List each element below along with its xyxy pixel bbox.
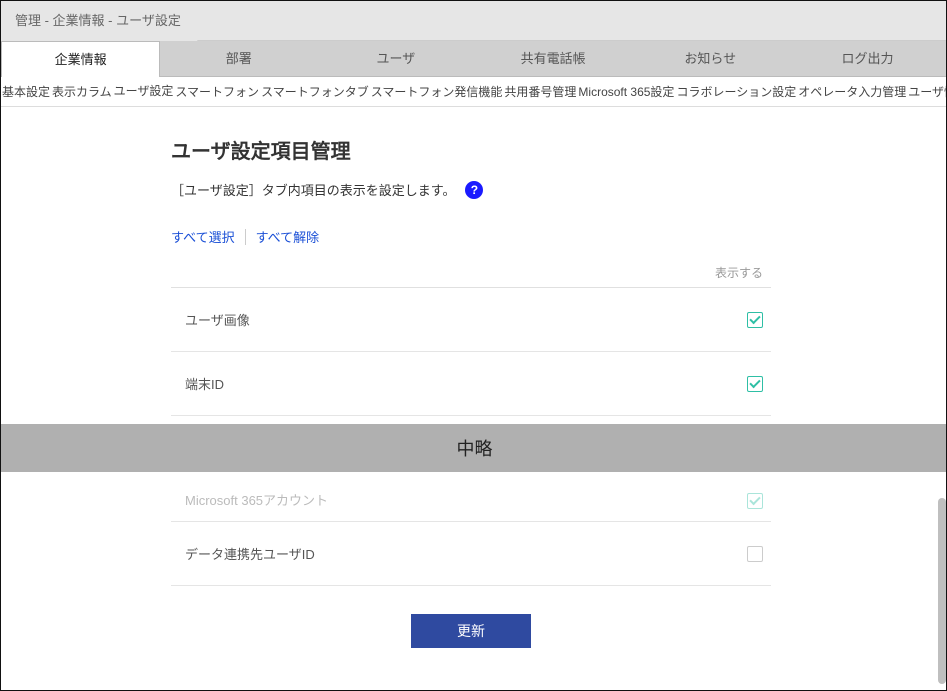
select-all-link[interactable]: すべて選択 <box>171 227 245 246</box>
row-label: ユーザ画像 <box>185 310 250 329</box>
subtab-smartphone-tab[interactable]: スマートフォンタブ <box>260 77 370 107</box>
scrollbar-thumb[interactable] <box>938 498 946 684</box>
setting-row: ユーザ画像 <box>171 288 771 352</box>
page-title: ユーザ設定項目管理 <box>171 135 771 164</box>
subtab-user-output[interactable]: ユーザ情報出力管理 <box>907 77 946 107</box>
checkbox-cut[interactable] <box>747 493 763 509</box>
page-description: ［ユーザ設定］タブ内項目の表示を設定します。 <box>171 180 455 199</box>
setting-row-cut: Microsoft 365アカウント <box>171 472 771 522</box>
breadcrumb-bar: 管理 - 企業情報 - ユーザ設定 <box>1 1 946 41</box>
tab-notice[interactable]: お知らせ <box>632 41 789 76</box>
subtab-user-settings[interactable]: ユーザ設定 <box>113 77 175 107</box>
primary-tabs: 企業情報 部署 ユーザ 共有電話帳 お知らせ ログ出力 <box>1 41 946 77</box>
tab-shared-phonebook[interactable]: 共有電話帳 <box>475 41 632 76</box>
subtab-shared-number[interactable]: 共用番号管理 <box>503 77 577 107</box>
subtab-m365[interactable]: Microsoft 365設定 <box>577 77 675 107</box>
checkbox-data-link-user-id[interactable] <box>747 546 763 562</box>
omitted-band: 中略 <box>1 424 947 472</box>
subtab-operator[interactable]: オペレータ入力管理 <box>797 77 907 107</box>
checkbox-terminal-id[interactable] <box>747 376 763 392</box>
row-label: データ連携先ユーザID <box>185 544 315 563</box>
row-label: 端末ID <box>185 374 224 393</box>
subtab-collab[interactable]: コラボレーション設定 <box>675 77 797 107</box>
update-button[interactable]: 更新 <box>411 614 531 648</box>
column-header-show: 表示する <box>715 264 763 281</box>
deselect-all-link[interactable]: すべて解除 <box>246 227 330 246</box>
setting-row: 端末ID <box>171 352 771 416</box>
subtab-columns[interactable]: 表示カラム <box>51 77 113 107</box>
checkbox-user-image[interactable] <box>747 312 763 328</box>
help-icon[interactable]: ? <box>465 181 483 199</box>
omitted-label: 中略 <box>457 435 493 461</box>
subtab-smartphone-call[interactable]: スマートフォン発信機能 <box>370 77 504 107</box>
breadcrumb-arrow-icon <box>197 1 209 41</box>
sub-tabs: 基本設定 表示カラム ユーザ設定 スマートフォン スマートフォンタブ スマートフ… <box>1 77 946 107</box>
subtab-basic[interactable]: 基本設定 <box>1 77 51 107</box>
tab-user[interactable]: ユーザ <box>317 41 474 76</box>
setting-row: データ連携先ユーザID <box>171 522 771 586</box>
tab-company-info[interactable]: 企業情報 <box>1 41 160 77</box>
tab-department[interactable]: 部署 <box>160 41 317 76</box>
subtab-smartphone[interactable]: スマートフォン <box>174 77 260 107</box>
row-label: Microsoft 365アカウント <box>185 490 328 509</box>
breadcrumb: 管理 - 企業情報 - ユーザ設定 <box>1 1 197 41</box>
tab-log-output[interactable]: ログ出力 <box>789 41 946 76</box>
